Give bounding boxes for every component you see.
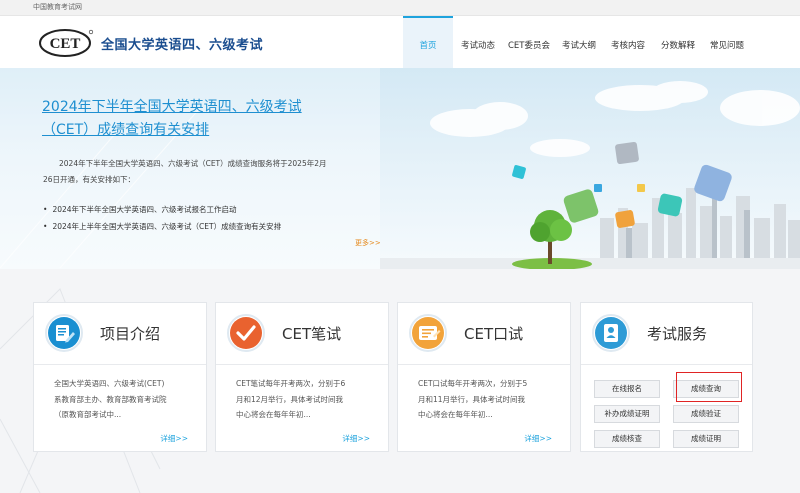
card-description: CET笔试每年开考两次，分别于6 月和12月举行，具体考试时间我 中心将会在每年… [236,376,374,423]
nav-score-explain[interactable]: 分数解释 [653,16,703,68]
nav-exam-news[interactable]: 考试动态 [453,16,503,68]
news-banner: 2024年下半年全国大学英语四、六级考试 （CET）成绩查询有关安排 2024年… [0,68,800,269]
speech-form-icon [409,314,447,352]
main-nav: 首页 考试动态 CET委员会 考试大纲 考核内容 分数解释 常见问题 [403,16,751,68]
cards-section: 项目介绍 全国大学英语四、六级考试(CET) 系教育部主办、教育部教育考试院 （… [0,269,800,493]
details-link[interactable]: 详细>> [524,433,552,444]
intro-line-2: 26日开通，有关安排如下： [43,175,136,184]
nav-content[interactable]: 考核内容 [603,16,653,68]
score-verify-button[interactable]: 成绩验证 [673,405,739,423]
score-review-button[interactable]: 成绩核查 [594,430,660,448]
desc-line: （原教育部考试中... [54,410,122,419]
news-item[interactable]: 2024年下半年全国大学英语四、六级考试报名工作启动 [43,201,363,218]
details-link[interactable]: 详细>> [160,433,188,444]
card-title[interactable]: 项目介绍 [100,323,160,344]
news-list: 2024年下半年全国大学英语四、六级考试报名工作启动 2024年上半年全国大学英… [43,201,363,235]
card-description: CET口试每年开考两次，分别于5 月和11月举行，具体考试时间我 中心将会在每年… [418,376,556,423]
logo-text: CET [50,36,81,52]
cet-logo[interactable]: CET [38,28,94,58]
id-card-icon [592,314,630,352]
nav-cet-committee[interactable]: CET委员会 [503,16,555,68]
checkmark-icon [227,314,265,352]
card-description: 全国大学英语四、六级考试(CET) 系教育部主办、教育部教育考试院 （原教育部考… [54,376,192,423]
nav-syllabus[interactable]: 考试大纲 [555,16,603,68]
desc-line: 月和11月举行，具体考试时间我 [418,394,526,404]
site-header: CET 全国大学英语四、六级考试 首页 考试动态 CET委员会 考试大纲 考核内… [0,16,800,68]
highlight-box [676,372,742,402]
card-header: 考试服务 [581,303,752,365]
exam-services-card: 考试服务 在线报名 成绩查询 补办成绩证明 成绩验证 成绩核查 成绩证明 [580,302,753,452]
news-headline-link[interactable]: 2024年下半年全国大学英语四、六级考试 （CET）成绩查询有关安排 [42,96,362,142]
card-header: CET笔试 [216,303,388,365]
card-header: 项目介绍 [34,303,206,365]
desc-line: 系教育部主办、教育部教育考试院 [54,394,167,404]
site-title: 全国大学英语四、六级考试 [101,38,264,53]
intro-line-1: 2024年下半年全国大学英语四、六级考试（CET）成绩查询服务将于2025年2月 [59,159,327,168]
nav-faq[interactable]: 常见问题 [703,16,751,68]
online-registration-button[interactable]: 在线报名 [594,380,660,398]
headline-line-2[interactable]: （CET）成绩查询有关安排 [42,119,362,142]
desc-line: CET口试每年开考两次，分别于5 [418,379,528,388]
desc-line: 全国大学英语四、六级考试(CET) [54,379,165,388]
card-title[interactable]: 考试服务 [647,323,707,344]
cet-written-card: CET笔试 CET笔试每年开考两次，分别于6 月和12月举行，具体考试时间我 中… [215,302,389,452]
desc-line: 中心将会在每年年初... [418,410,493,419]
project-intro-card: 项目介绍 全国大学英语四、六级考试(CET) 系教育部主办、教育部教育考试院 （… [33,302,207,452]
card-title[interactable]: CET口试 [464,323,523,344]
more-news-link[interactable]: 更多>> [355,238,381,248]
details-link[interactable]: 详细>> [342,433,370,444]
top-strip: 中国教育考试网 [0,0,800,16]
nav-home[interactable]: 首页 [403,16,453,68]
document-edit-icon [45,314,83,352]
desc-line: CET笔试每年开考两次，分别于6 [236,379,346,388]
card-header: CET口试 [398,303,570,365]
cet-oral-card: CET口试 CET口试每年开考两次，分别于5 月和11月举行，具体考试时间我 中… [397,302,571,452]
news-intro: 2024年下半年全国大学英语四、六级考试（CET）成绩查询服务将于2025年2月… [43,156,373,188]
headline-line-1[interactable]: 2024年下半年全国大学英语四、六级考试 [42,96,362,119]
desc-line: 月和12月举行，具体考试时间我 [236,394,344,404]
desc-line: 中心将会在每年年初... [236,410,311,419]
news-item[interactable]: 2024年上半年全国大学英语四、六级考试（CET）成绩查询有关安排 [43,218,363,235]
org-link[interactable]: 中国教育考试网 [33,2,82,12]
score-certificate-button[interactable]: 成绩证明 [673,430,739,448]
reissue-certificate-button[interactable]: 补办成绩证明 [594,405,660,423]
card-title[interactable]: CET笔试 [282,323,341,344]
